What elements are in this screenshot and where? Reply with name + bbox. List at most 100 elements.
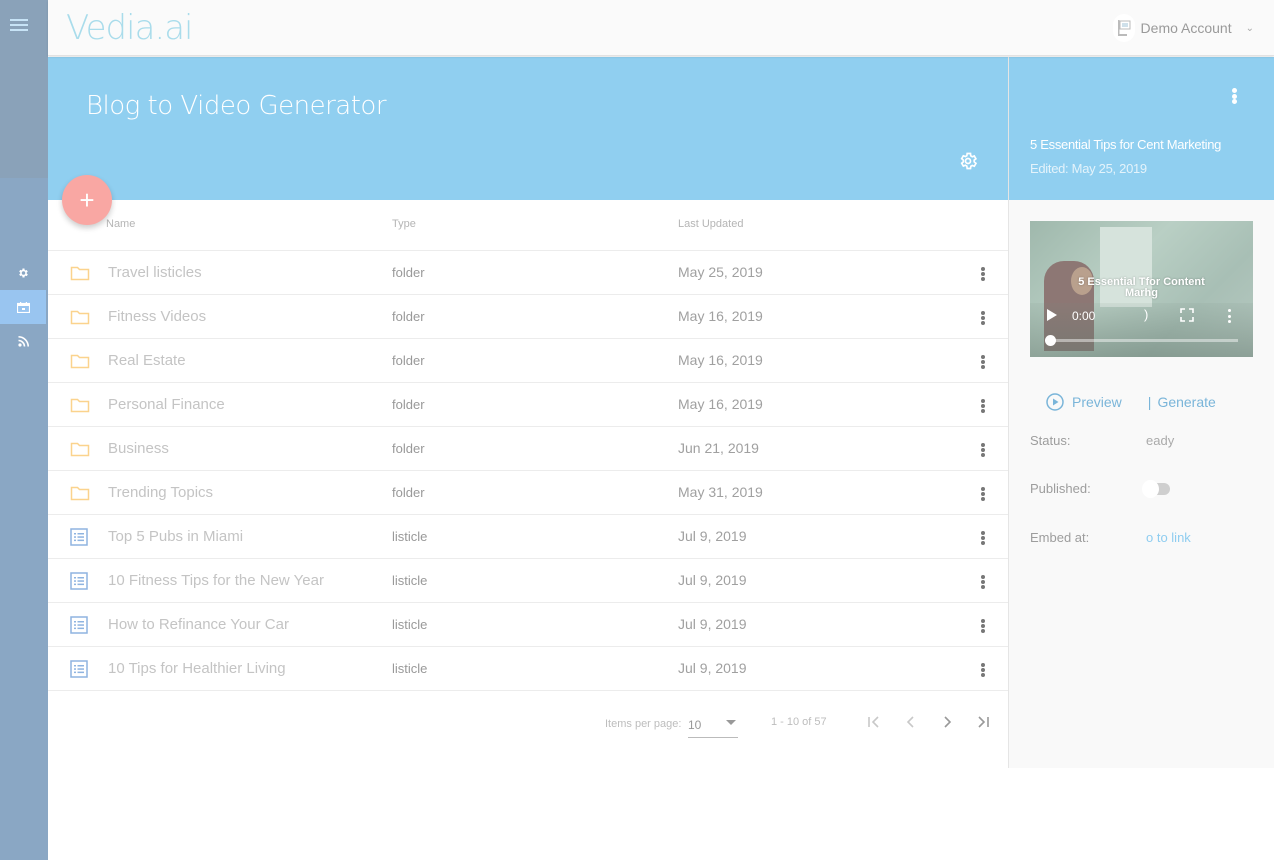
row-name[interactable]: Personal Finance <box>108 396 225 413</box>
details-edited: Edited: May 25, 2019 <box>1030 161 1147 176</box>
avatar <box>1112 14 1135 42</box>
column-header-updated[interactable]: Last Updated <box>678 218 743 230</box>
row-name[interactable]: 10 Tips for Healthier Living <box>108 660 286 677</box>
row-menu-button[interactable] <box>978 573 988 591</box>
column-header-type[interactable]: Type <box>392 218 416 230</box>
last-page-button[interactable] <box>972 714 994 736</box>
add-button[interactable]: + <box>62 175 112 225</box>
row-updated: Jul 9, 2019 <box>678 572 747 588</box>
row-menu-button[interactable] <box>978 441 988 459</box>
account-name: Demo Account <box>1140 20 1232 36</box>
embed-link[interactable]: o to link <box>1146 530 1191 545</box>
row-updated: Jun 21, 2019 <box>678 440 759 456</box>
table-row[interactable]: Trending Topics folder May 31, 2019 <box>48 471 1008 515</box>
column-header-name[interactable]: Name <box>106 218 135 230</box>
page-range: 1 - 10 of 57 <box>771 716 827 728</box>
row-name[interactable]: 10 Fitness Tips for the New Year <box>108 572 324 589</box>
row-name[interactable]: Trending Topics <box>108 484 213 501</box>
sidebar-item-videos[interactable] <box>0 290 46 324</box>
row-name[interactable]: Travel listicles <box>108 264 202 281</box>
row-type: listicle <box>392 661 428 676</box>
video-time: 0:00 <box>1072 309 1096 323</box>
folder-icon <box>70 484 90 502</box>
row-updated: May 16, 2019 <box>678 308 763 324</box>
row-name[interactable]: How to Refinance Your Car <box>108 616 289 633</box>
more-options-button[interactable] <box>1232 88 1238 104</box>
row-menu-button[interactable] <box>978 661 988 679</box>
video-progress-bar[interactable] <box>1045 335 1238 346</box>
menu-icon[interactable] <box>10 19 28 35</box>
video-progress-thumb[interactable] <box>1045 335 1056 346</box>
previous-page-button[interactable] <box>900 714 922 736</box>
row-menu-button[interactable] <box>978 617 988 635</box>
settings-button[interactable] <box>958 151 978 171</box>
details-panel: 5 Essential Tips for Cent Marketing Edit… <box>1008 57 1274 768</box>
row-updated: May 31, 2019 <box>678 484 763 500</box>
items-per-page-label: Items per page: <box>605 718 682 730</box>
folder-icon <box>70 396 90 414</box>
sidebar-item-feeds[interactable] <box>0 324 46 358</box>
table-row[interactable]: Real Estate folder May 16, 2019 <box>48 339 1008 383</box>
table-row[interactable]: Top 5 Pubs in Miami listicle Jul 9, 2019 <box>48 515 1008 559</box>
row-updated: Jul 9, 2019 <box>678 616 747 632</box>
video-more-icon[interactable] <box>1228 309 1232 323</box>
row-menu-button[interactable] <box>978 529 988 547</box>
account-menu[interactable]: Demo Account ⌄ <box>1112 14 1254 42</box>
video-caption: 5 Essential Tfor Content Marhg <box>1030 277 1253 299</box>
generate-button[interactable]: Generate <box>1157 394 1215 410</box>
row-menu-button[interactable] <box>978 485 988 503</box>
row-menu-button[interactable] <box>978 265 988 283</box>
row-type: folder <box>392 309 425 324</box>
page-title: Blog to Video Generator <box>86 91 387 121</box>
sidebar-item-settings[interactable] <box>0 256 46 290</box>
row-name[interactable]: Business <box>108 440 169 457</box>
gear-icon <box>19 268 28 278</box>
table-row[interactable]: 10 Tips for Healthier Living listicle Jul … <box>48 647 1008 691</box>
list-icon <box>70 572 90 590</box>
video-player[interactable]: 5 Essential Tfor Content Marhg 0:00 ) <box>1030 221 1253 357</box>
folder-icon <box>70 352 90 370</box>
table-row[interactable]: Personal Finance folder May 16, 2019 <box>48 383 1008 427</box>
details-title: 5 Essential Tips for Cent Marketing <box>1030 137 1222 152</box>
details-header: 5 Essential Tips for Cent Marketing Edit… <box>1009 57 1274 200</box>
table-row[interactable]: Travel listicles folder May 25, 2019 <box>48 251 1008 295</box>
table-row[interactable]: Fitness Videos folder May 16, 2019 <box>48 295 1008 339</box>
rss-icon <box>17 335 29 347</box>
row-updated: Jul 9, 2019 <box>678 528 747 544</box>
video-controls: 0:00 ) <box>1030 303 1253 357</box>
volume-icon[interactable]: ) <box>1144 307 1148 322</box>
list-icon <box>70 616 90 634</box>
panel-footer-space <box>1008 768 1270 860</box>
table-row[interactable]: 10 Fitness Tips for the New Year listicle… <box>48 559 1008 603</box>
row-name[interactable]: Fitness Videos <box>108 308 206 325</box>
row-updated: May 16, 2019 <box>678 396 763 412</box>
row-name[interactable]: Top 5 Pubs in Miami <box>108 528 243 545</box>
row-type: folder <box>392 397 425 412</box>
video-calendar-icon <box>16 301 30 313</box>
preview-label: Preview <box>1072 394 1122 410</box>
row-menu-button[interactable] <box>978 353 988 371</box>
published-toggle[interactable] <box>1142 480 1170 498</box>
row-menu-button[interactable] <box>978 309 988 327</box>
list-icon <box>70 660 90 678</box>
details-actions: Preview | Generate <box>1046 393 1216 411</box>
top-bar: Vedia.ai Demo Account ⌄ <box>48 0 1274 56</box>
row-updated: Jul 9, 2019 <box>678 660 747 676</box>
video-caption-line2: Marhg <box>1125 287 1158 299</box>
preview-button[interactable]: Preview <box>1046 393 1122 411</box>
first-page-button[interactable] <box>863 714 885 736</box>
row-name[interactable]: Real Estate <box>108 352 186 369</box>
fullscreen-icon[interactable] <box>1180 308 1194 322</box>
chevron-left-icon <box>906 716 914 728</box>
items-per-page-select[interactable]: 10 <box>688 714 738 738</box>
table-row[interactable]: How to Refinance Your Car listicle Jul 9, … <box>48 603 1008 647</box>
table-row[interactable]: Business folder Jun 21, 2019 <box>48 427 1008 471</box>
folder-icon <box>70 308 90 326</box>
embed-label: Embed at: <box>1030 530 1090 545</box>
folder-icon <box>70 264 90 282</box>
play-icon[interactable] <box>1047 309 1057 321</box>
toggle-knob <box>1142 480 1159 498</box>
row-menu-button[interactable] <box>978 397 988 415</box>
row-type: folder <box>392 441 425 456</box>
next-page-button[interactable] <box>936 714 958 736</box>
